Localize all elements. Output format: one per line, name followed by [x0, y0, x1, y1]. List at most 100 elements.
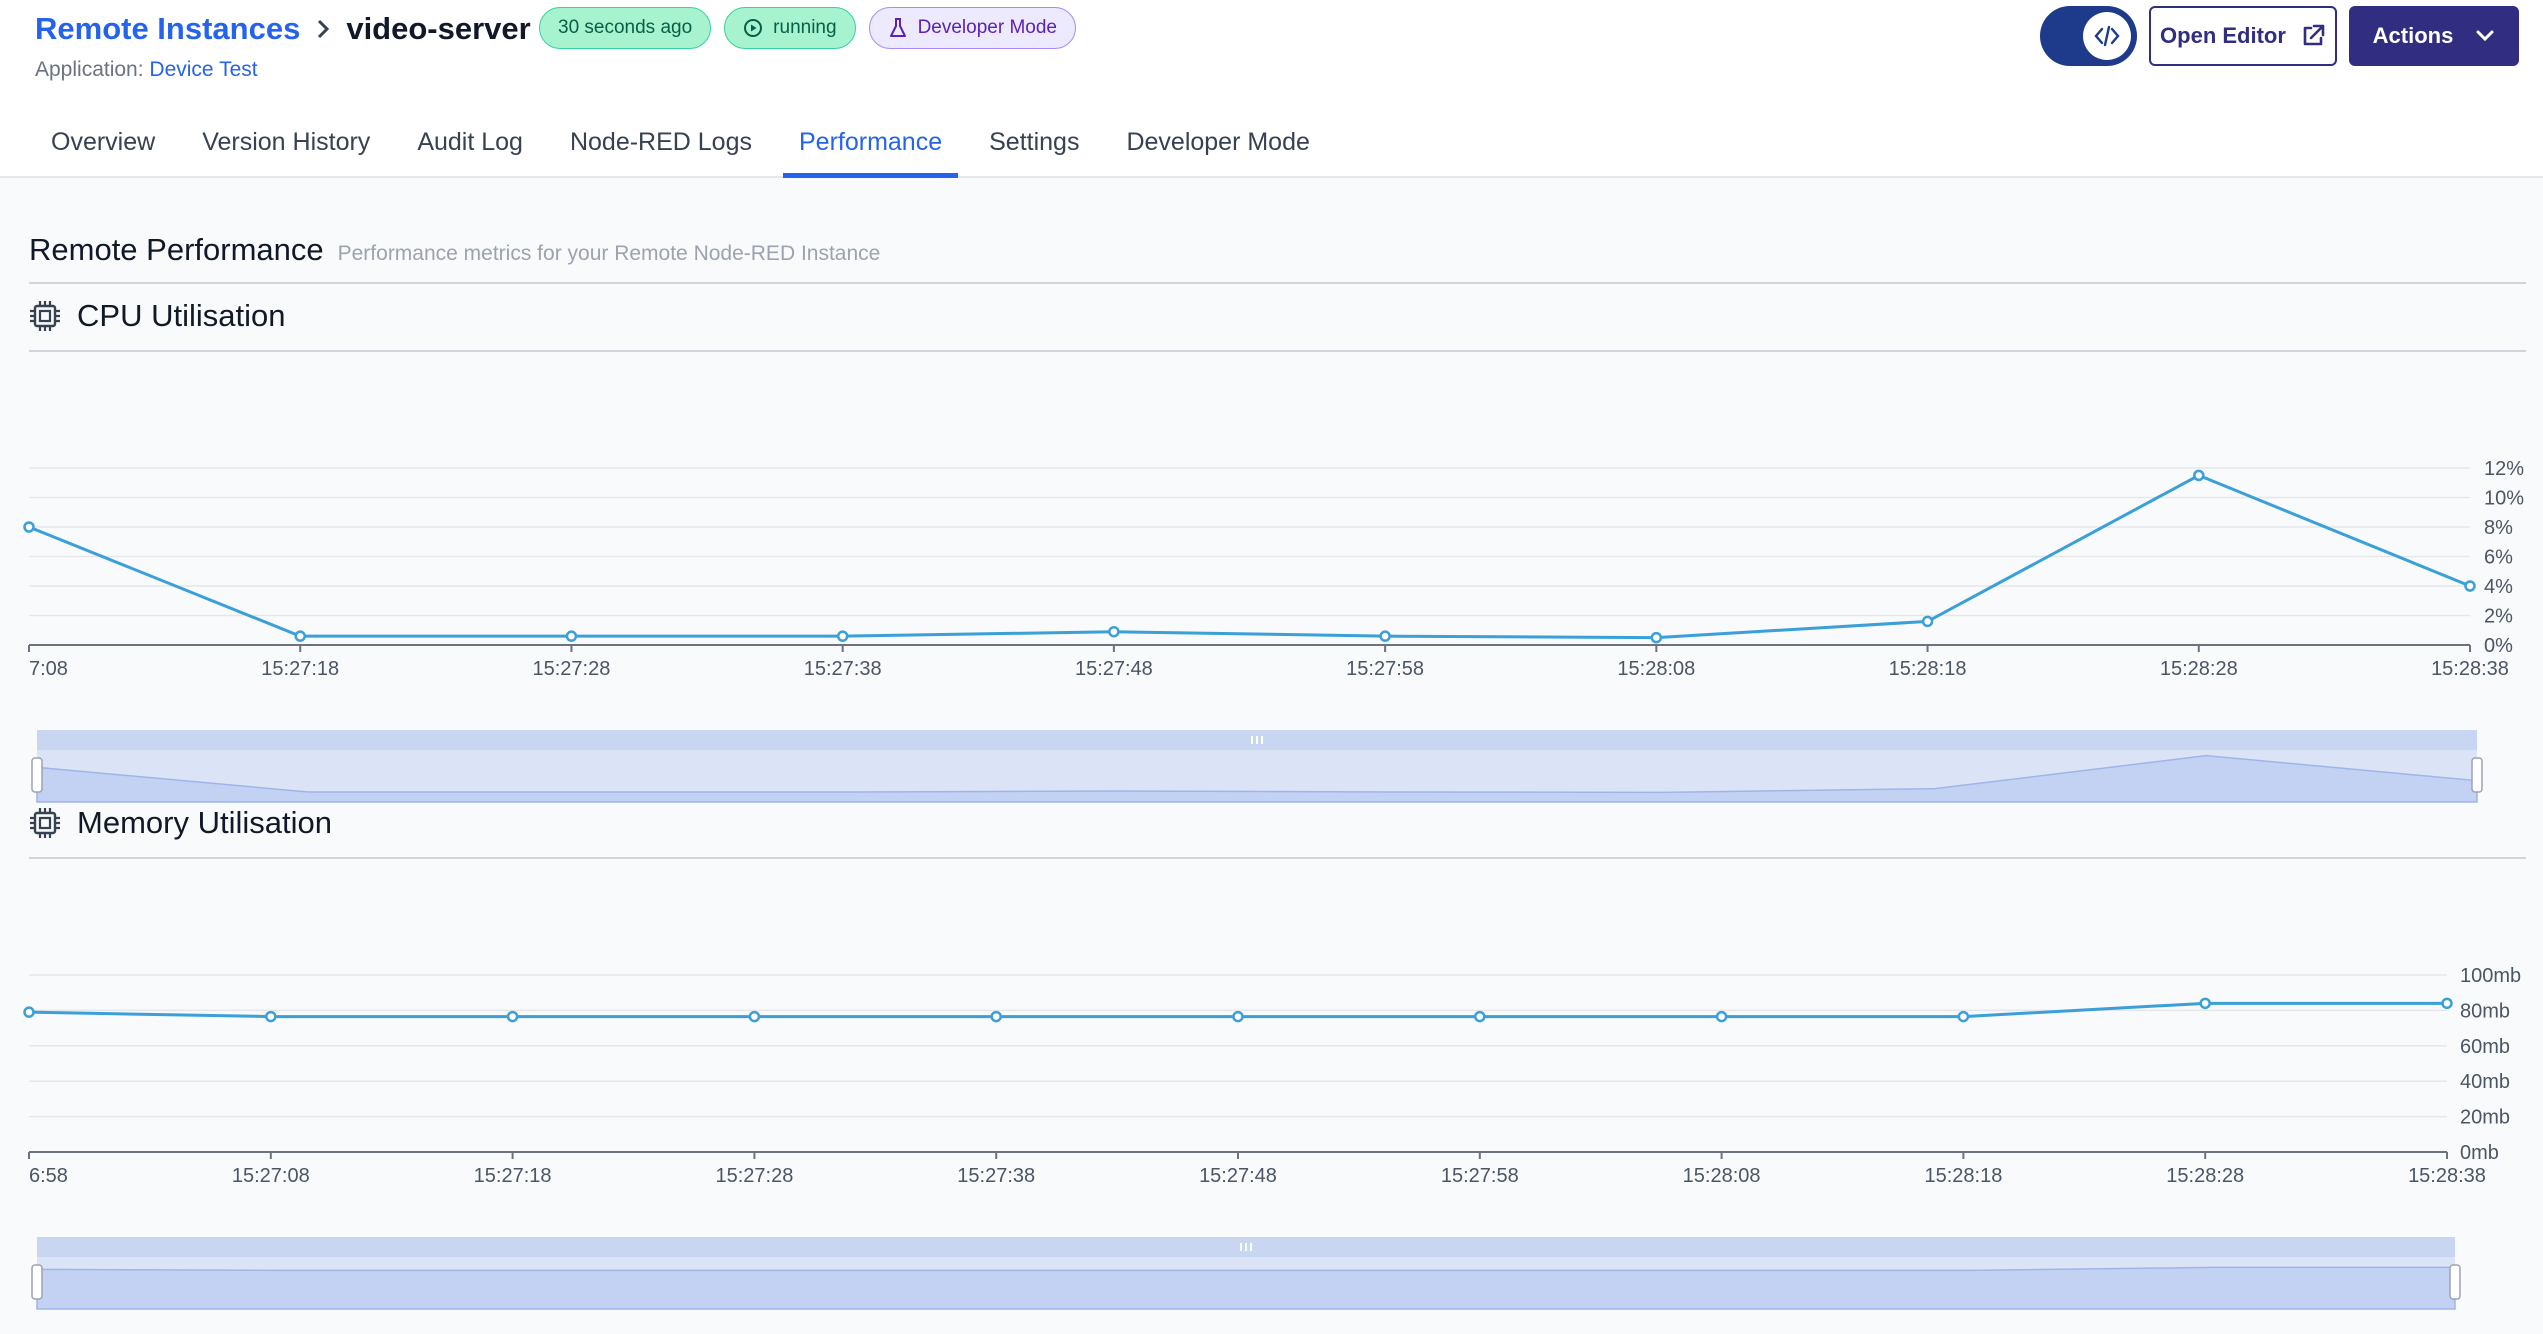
- cpu-utilisation-chart: 0% 2% 4% 6% 8% 10% 12% 7:08 15:27:18 15:27:28 15:2…: [23, 458, 2524, 803]
- y-tick-label: 100mb: [2460, 965, 2521, 987]
- developer-mode-badge: Developer Mode: [868, 7, 1076, 49]
- tab-audit-log[interactable]: Audit Log: [401, 122, 539, 178]
- x-tick-label: 6:58: [29, 1165, 68, 1187]
- x-tick-label: 15:28:18: [1924, 1165, 2002, 1187]
- tab-performance[interactable]: Performance: [782, 122, 959, 178]
- data-point: [1921, 615, 1934, 628]
- data-point: [265, 1010, 277, 1023]
- x-tick-label: 15:27:18: [474, 1165, 552, 1187]
- cpu-chart-title: CPU Utilisation: [77, 298, 286, 333]
- memory-chart-header: Memory Utilisation: [29, 805, 332, 841]
- page-subtitle: Performance metrics for your Remote Node…: [337, 242, 881, 265]
- data-point: [1108, 625, 1120, 638]
- data-point: [1379, 630, 1391, 642]
- developer-mode-toggle[interactable]: [2040, 6, 2137, 66]
- application-line: Application: Device Test: [35, 58, 258, 81]
- divider: [29, 282, 2526, 284]
- y-tick-label: 40mb: [2460, 1071, 2510, 1093]
- data-point: [2464, 580, 2476, 592]
- data-point: [2441, 997, 2453, 1010]
- y-tick-label: 12%: [2484, 458, 2524, 480]
- data-point: [1232, 1010, 1244, 1023]
- play-circle-icon: [744, 19, 763, 37]
- open-editor-button[interactable]: Open Editor: [2149, 6, 2337, 66]
- data-point: [2193, 469, 2205, 482]
- data-point: [2199, 997, 2211, 1010]
- data-point: [294, 630, 306, 642]
- x-tick-label: 15:28:08: [1617, 658, 1695, 680]
- status-badge: running: [724, 7, 856, 49]
- data-point: [23, 521, 35, 533]
- beaker-icon: [889, 18, 906, 37]
- data-point: [1650, 631, 1663, 644]
- x-tick-label: 15:27:28: [533, 658, 611, 680]
- x-tick-label: 15:28:28: [2160, 658, 2238, 680]
- x-tick-label: 15:27:18: [261, 658, 339, 680]
- y-tick-label: 2%: [2484, 606, 2513, 628]
- x-tick-label: 15:27:28: [715, 1165, 793, 1187]
- y-tick-label: 60mb: [2460, 1036, 2510, 1058]
- tab-developer-mode[interactable]: Developer Mode: [1110, 122, 1325, 178]
- x-tick-label: 15:28:18: [1889, 658, 1967, 680]
- divider: [29, 350, 2526, 352]
- data-point: [1715, 1010, 1728, 1023]
- zoom-handle-left[interactable]: [31, 757, 43, 793]
- data-point: [1474, 1010, 1486, 1023]
- code-icon: [2083, 12, 2131, 60]
- y-tick-label: 4%: [2484, 576, 2513, 598]
- breadcrumb-remote-instances-link[interactable]: Remote Instances: [35, 11, 300, 47]
- x-tick-label: 15:27:38: [957, 1165, 1035, 1187]
- data-point: [748, 1010, 761, 1023]
- data-point: [565, 630, 578, 642]
- page-title: Remote Performance: [29, 232, 324, 267]
- y-tick-label: 80mb: [2460, 1000, 2510, 1022]
- tab-version-history[interactable]: Version History: [186, 122, 386, 178]
- x-tick-label: 15:27:58: [1441, 1165, 1519, 1187]
- x-tick-label: 15:27:08: [232, 1165, 310, 1187]
- status-badges: 30 seconds ago running Developer Mode: [539, 7, 1076, 49]
- zoom-handle-right[interactable]: [2449, 1264, 2461, 1300]
- zoom-handle-right[interactable]: [2471, 757, 2483, 793]
- data-point: [23, 1006, 35, 1018]
- application-link[interactable]: Device Test: [149, 58, 257, 81]
- y-tick-label: 0%: [2484, 635, 2513, 657]
- chevron-right-icon: [308, 14, 338, 44]
- memory-icon: [30, 808, 60, 838]
- data-point: [990, 1010, 1002, 1023]
- tab-node-red-logs[interactable]: Node-RED Logs: [554, 122, 768, 178]
- x-tick-label: 15:27:48: [1075, 658, 1153, 680]
- section-heading: Remote Performance Performance metrics f…: [29, 232, 880, 268]
- actions-dropdown-button[interactable]: Actions: [2349, 6, 2519, 66]
- last-seen-badge: 30 seconds ago: [539, 7, 712, 49]
- data-point: [506, 1010, 519, 1023]
- memory-chart-title: Memory Utilisation: [77, 805, 332, 840]
- x-tick-label: 15:28:38: [2408, 1165, 2486, 1187]
- cpu-icon: [30, 301, 60, 331]
- zoom-handle-left[interactable]: [31, 1264, 43, 1300]
- x-tick-label: 15:28:38: [2431, 658, 2509, 680]
- instance-header: Remote Instances video-server 30 seconds…: [0, 0, 2543, 178]
- x-tick-label: 15:27:48: [1199, 1165, 1277, 1187]
- tab-settings[interactable]: Settings: [973, 122, 1095, 178]
- x-tick-label: 15:28:08: [1683, 1165, 1761, 1187]
- y-tick-label: 10%: [2484, 488, 2524, 510]
- external-link-icon: [2303, 24, 2325, 46]
- data-point: [836, 630, 849, 642]
- zoom-preview-area: [36, 1266, 2456, 1310]
- instance-tabs: Overview Version History Audit Log Node-…: [35, 122, 1341, 178]
- y-tick-label: 8%: [2484, 517, 2513, 539]
- chevron-down-icon: [2476, 30, 2494, 42]
- x-tick-label: 7:08: [29, 658, 68, 680]
- y-tick-label: 0mb: [2460, 1142, 2499, 1164]
- y-tick-label: 20mb: [2460, 1107, 2510, 1129]
- x-tick-label: 15:27:58: [1346, 658, 1424, 680]
- instance-name: video-server: [346, 11, 531, 46]
- x-tick-label: 15:28:28: [2166, 1165, 2244, 1187]
- y-tick-label: 6%: [2484, 547, 2513, 569]
- memory-utilisation-chart: 0mb 20mb 40mb 60mb 80mb 100mb 6:58 15:27:08 15:2…: [23, 965, 2521, 1310]
- breadcrumb: Remote Instances video-server: [35, 10, 531, 48]
- cpu-chart-header: CPU Utilisation: [29, 298, 285, 334]
- data-point: [1957, 1010, 1970, 1023]
- x-tick-label: 15:27:38: [804, 658, 882, 680]
- tab-overview[interactable]: Overview: [35, 122, 171, 178]
